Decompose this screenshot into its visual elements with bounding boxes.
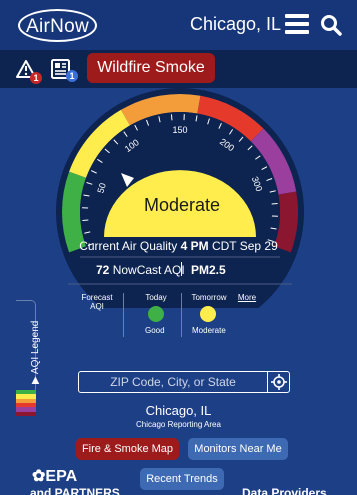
forecast-today-category: Good (145, 326, 165, 335)
monitors-near-me-button[interactable]: Monitors Near Me (188, 438, 288, 460)
epa-flower-icon: ✿ (32, 468, 46, 485)
forecast-aqi-label: Forecast AQI (80, 293, 114, 311)
gauge-tick (271, 202, 278, 205)
forecast-tomorrow-category: Moderate (192, 326, 226, 335)
logo-text: AirNow (25, 16, 90, 37)
recent-trends-button[interactable]: Recent Trends (140, 468, 224, 490)
nowcast-aqi-value: 72 (96, 263, 110, 277)
epa-logo[interactable]: ✿EPA (32, 466, 77, 486)
news-count-badge: 1 (66, 70, 78, 82)
reporting-city: Chicago, IL (145, 403, 212, 418)
current-aq-label: Current Air Quality (79, 239, 178, 253)
locate-button[interactable] (267, 372, 289, 392)
forecast-today-dot (148, 306, 164, 322)
gauge-tick (170, 114, 173, 121)
search-box (78, 371, 290, 393)
crosshair-icon (271, 374, 287, 390)
aqi-legend-label: ▶︎ AQI Legend (30, 304, 41, 384)
forecast-label-line: AQI (90, 302, 104, 311)
current-air-quality: Current Air Quality 4 PM CDT Sep 29 (0, 239, 357, 253)
forecast-label-line: Forecast (81, 293, 113, 302)
divider (181, 262, 182, 276)
alert-icon[interactable]: 1 (16, 60, 42, 84)
aqi-category-label: Moderate (144, 195, 220, 215)
airnow-logo[interactable]: AirNow (18, 9, 97, 42)
chevron-circle-icon: ▶︎ (30, 376, 41, 384)
partners-label: and PARTNERS (30, 486, 120, 495)
forecast-more-link[interactable]: More (232, 293, 262, 302)
divider (123, 293, 124, 337)
data-providers-link[interactable]: Data Providers (242, 486, 327, 495)
forecast-tomorrow-label: Tomorrow (191, 293, 227, 302)
aqi-legend-text: AQI Legend (30, 320, 41, 375)
epa-logo-text: EPA (45, 468, 78, 485)
gauge-tick-label: 150 (172, 125, 187, 135)
alert-count-badge: 1 (30, 72, 42, 84)
fire-smoke-map-button[interactable]: Fire & Smoke Map (76, 438, 179, 460)
divider (181, 293, 182, 337)
wildfire-smoke-button[interactable]: Wildfire Smoke (87, 53, 215, 83)
nowcast-aqi: 72 NowCast AQI (96, 263, 185, 277)
forecast-today-label: Today (145, 293, 167, 302)
nowcast-aqi-label: NowCast AQI (112, 263, 185, 277)
gauge-tick (82, 219, 89, 222)
news-icon[interactable]: 1 (50, 58, 78, 84)
current-aq-time: 4 PM (180, 239, 209, 253)
reporting-area: Chicago Reporting Area (136, 420, 221, 429)
search-icon[interactable] (320, 14, 342, 36)
hamburger-menu-icon[interactable] (285, 14, 309, 34)
location-label[interactable]: Chicago, IL (190, 14, 281, 35)
forecast-tomorrow-dot (200, 306, 216, 322)
current-aq-date: CDT Sep 29 (211, 239, 278, 253)
pollutant-label: PM2.5 (191, 263, 226, 277)
location-search-input[interactable] (79, 372, 267, 392)
